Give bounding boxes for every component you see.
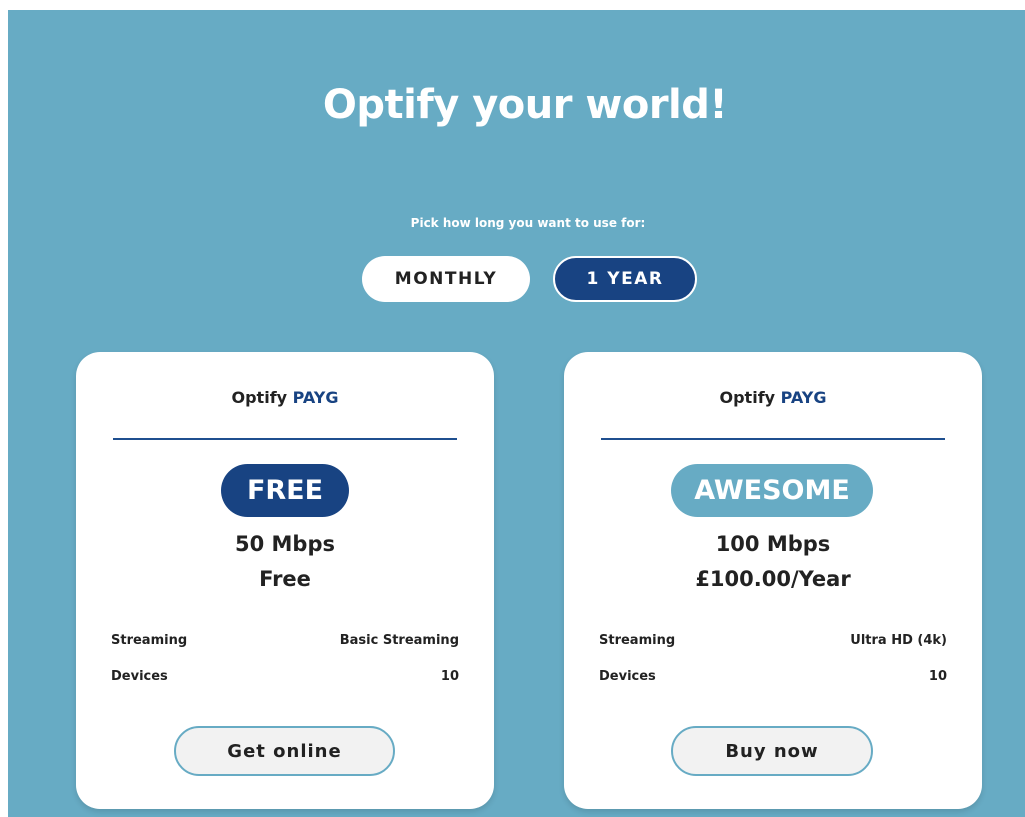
plan-badge: AWESOME [671,464,873,517]
plan-price: Free [259,567,311,591]
card-brand: Optify PAYG [76,388,494,407]
feature-value: 10 [928,669,947,684]
plan-speed: 50 Mbps [235,532,335,556]
feature-value: Basic Streaming [339,633,459,648]
pricing-section: Optify your world! Pick how long you wan… [8,10,1025,817]
feature-value: Ultra HD (4k) [850,633,947,648]
feature-row-devices: Devices 10 [599,669,947,684]
feature-label: Devices [111,669,168,684]
plan-card-awesome: Optify PAYG AWESOME 100 Mbps £100.00/Yea… [564,352,982,809]
feature-label: Streaming [599,633,676,648]
brand-accent: PAYG [780,388,827,407]
feature-value: 10 [440,669,459,684]
feature-row-streaming: Streaming Basic Streaming [111,633,459,648]
page-title: Optify your world! [322,82,728,128]
card-divider [601,438,945,440]
brand-name: Optify [231,388,288,407]
plan-badge: FREE [221,464,349,517]
duration-prompt: Pick how long you want to use for: [410,216,646,230]
feature-row-streaming: Streaming Ultra HD (4k) [599,633,947,648]
monthly-toggle-button[interactable]: MONTHLY [362,256,530,302]
get-online-button[interactable]: Get online [174,726,395,776]
feature-label: Devices [599,669,656,684]
card-divider [113,438,457,440]
one-year-toggle-button[interactable]: 1 YEAR [553,256,697,302]
plan-price: £100.00/Year [695,567,851,591]
card-brand: Optify PAYG [564,388,982,407]
plan-card-free: Optify PAYG FREE 50 Mbps Free Streaming … [76,352,494,809]
feature-label: Streaming [111,633,188,648]
brand-accent: PAYG [292,388,339,407]
plan-speed: 100 Mbps [715,532,831,556]
feature-row-devices: Devices 10 [111,669,459,684]
brand-name: Optify [719,388,776,407]
buy-now-button[interactable]: Buy now [671,726,873,776]
